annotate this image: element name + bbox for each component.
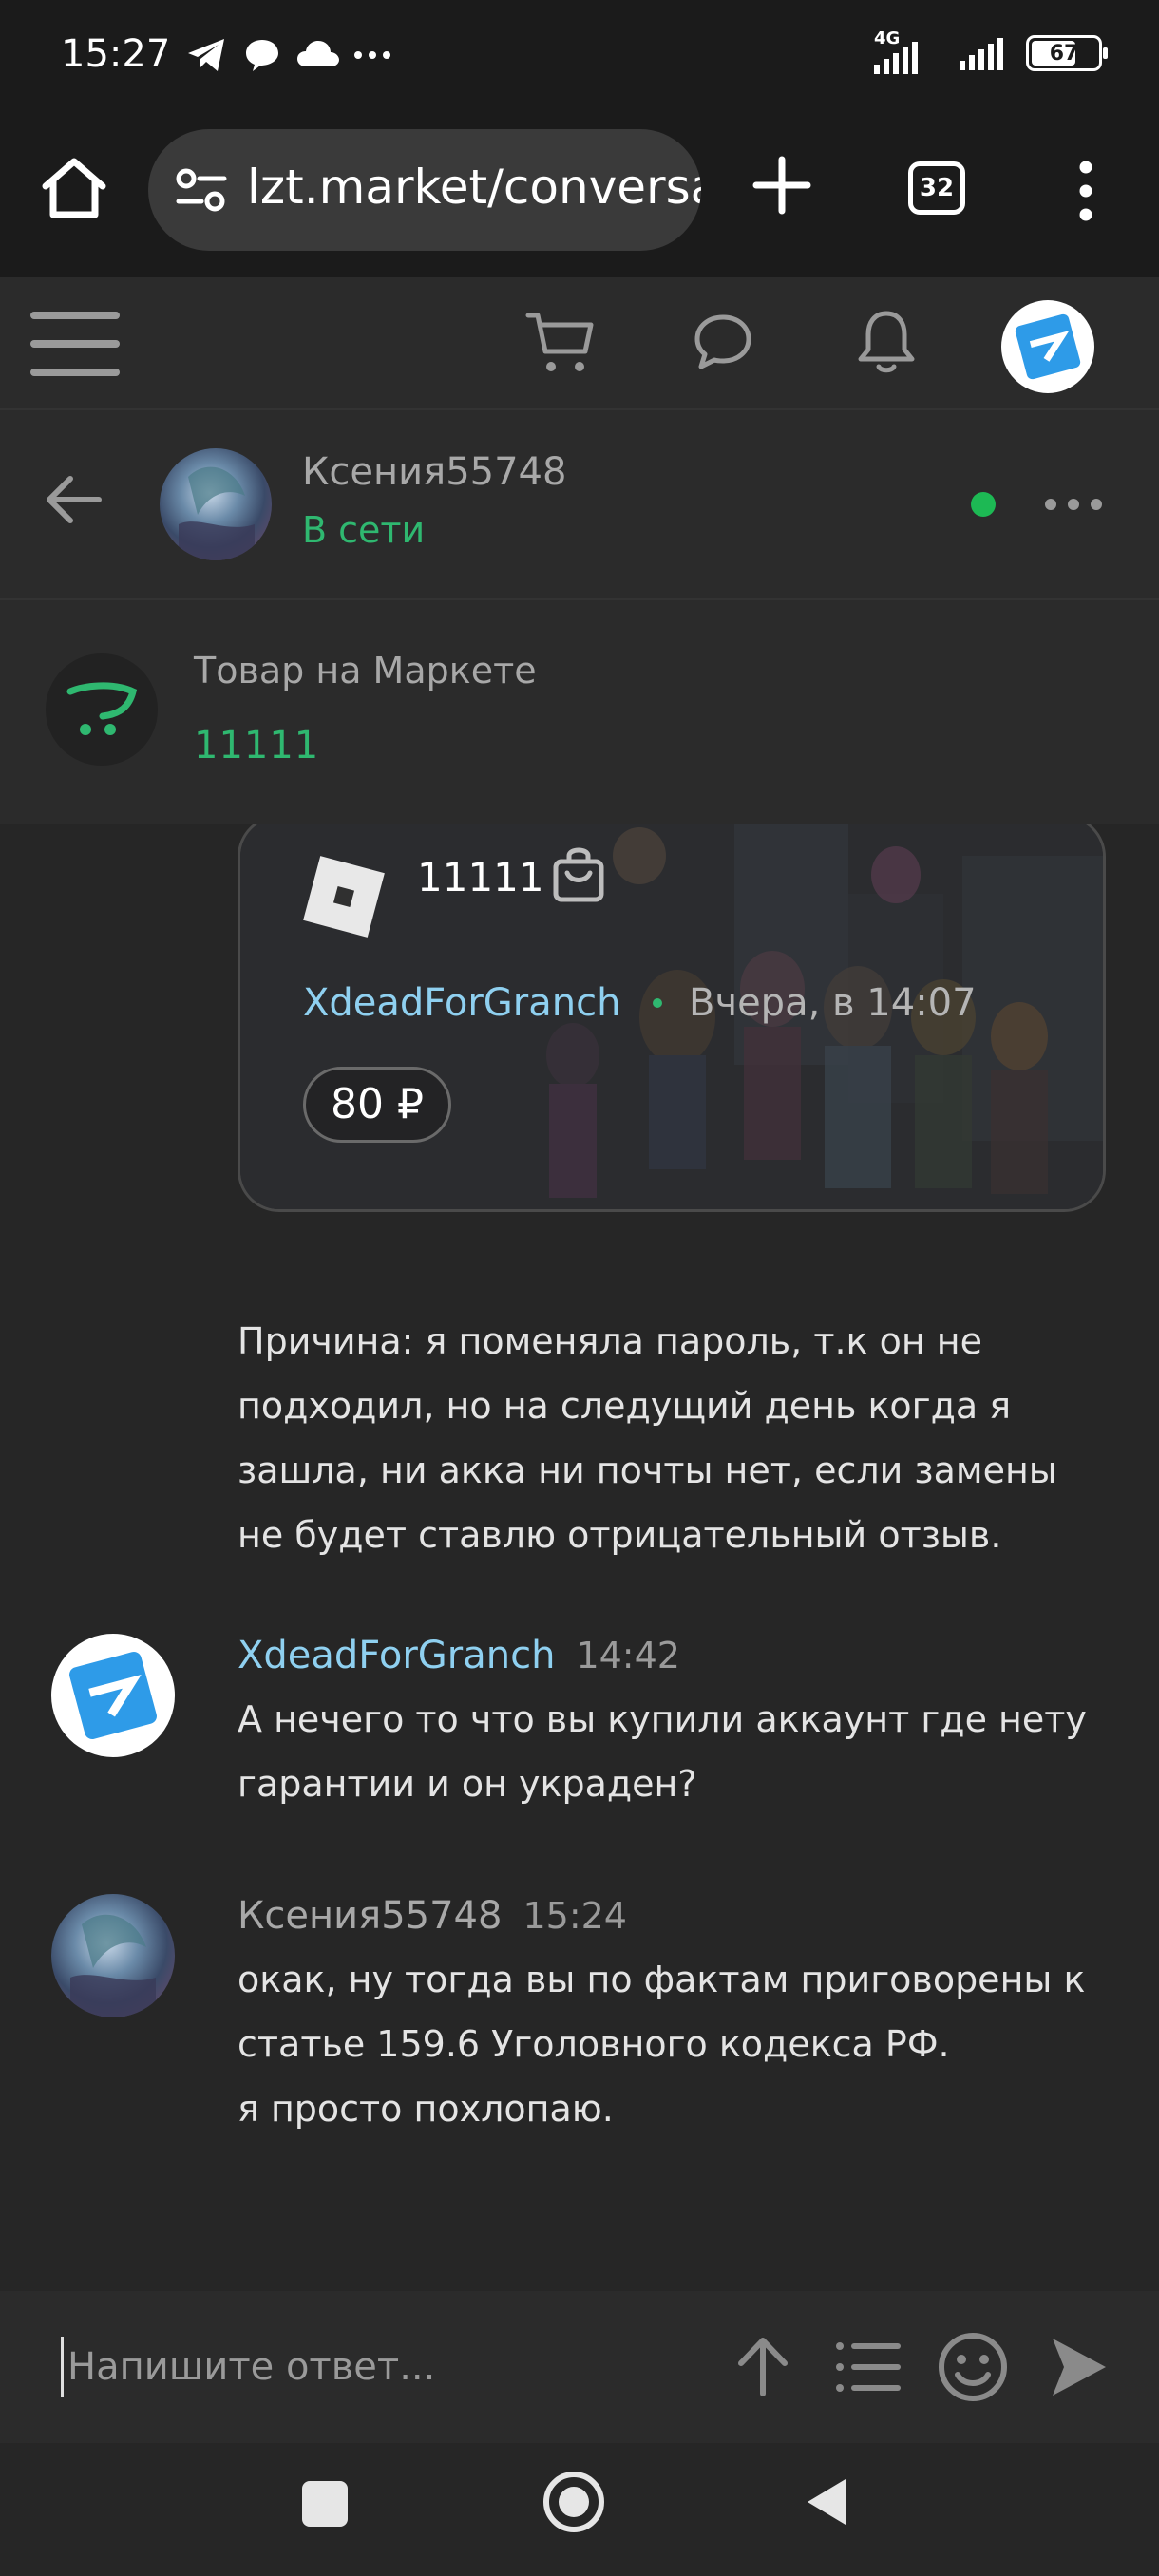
more-dots-icon: [354, 51, 390, 59]
emoji-smile-icon[interactable]: [937, 2331, 1009, 2403]
market-cart-icon: [46, 653, 158, 766]
browser-menu-icon[interactable]: [1072, 160, 1100, 222]
messages-icon[interactable]: [692, 312, 754, 372]
recent-apps-button[interactable]: [302, 2481, 348, 2527]
home-button[interactable]: [543, 2472, 604, 2532]
product-bar-value[interactable]: 11111: [194, 724, 319, 767]
message-time: 14:42: [576, 1635, 680, 1676]
message-list[interactable]: 11111 XdeadForGranch Вчера, в 14:07 80 ₽…: [0, 824, 1159, 2291]
system-nav-bar: [0, 2443, 1159, 2576]
partner-status: В сети: [302, 509, 426, 551]
seller-avatar-logo-icon: [69, 1652, 157, 1739]
site-header: [0, 277, 1159, 410]
product-card-date: Вчера, в 14:07: [689, 981, 977, 1025]
telegram-icon: [188, 39, 224, 71]
battery-icon: 67: [1026, 35, 1108, 71]
product-card-seller[interactable]: XdeadForGranch: [303, 981, 620, 1025]
hamburger-menu-icon[interactable]: [30, 306, 120, 382]
tab-switcher-button[interactable]: 32: [908, 161, 965, 215]
message-text: окак, ну тогда вы по фактам приговорены …: [238, 1959, 1086, 2130]
reason-message-text: Причина: я поменяла пароль, т.к он не по…: [238, 1320, 1057, 1556]
separator-dot: [653, 998, 662, 1008]
list-format-icon[interactable]: [834, 2331, 902, 2403]
message-item: XdeadForGranch 14:42 А нечего то что вы к…: [0, 1634, 1159, 1843]
send-icon[interactable]: [1049, 2331, 1110, 2403]
product-bar-label: Товар на Маркете: [194, 650, 537, 691]
shopping-bag-icon: [553, 847, 604, 902]
product-bar[interactable]: Товар на Маркете 11111: [0, 600, 1159, 824]
more-options-icon[interactable]: [1043, 494, 1104, 515]
cart-icon[interactable]: [524, 308, 597, 376]
notifications-bell-icon[interactable]: [855, 308, 918, 376]
conversation-header: Ксения55748 В сети: [0, 410, 1159, 600]
partner-name[interactable]: Ксения55748: [302, 450, 566, 494]
status-time: 15:27: [61, 32, 171, 76]
message-author[interactable]: Ксения55748: [238, 1894, 502, 1938]
product-card-title[interactable]: 11111: [417, 854, 544, 900]
url-text[interactable]: lzt.market/conversa: [247, 160, 701, 215]
home-icon[interactable]: [38, 152, 110, 224]
user-avatar[interactable]: [1001, 300, 1094, 393]
signal-icon: 4G: [874, 28, 946, 74]
upload-arrow-icon[interactable]: [732, 2331, 794, 2403]
address-bar[interactable]: lzt.market/conversa: [148, 129, 701, 251]
product-card-price: 80 ₽: [303, 1067, 451, 1143]
new-tab-icon[interactable]: [750, 154, 813, 217]
cloud-icon: [297, 41, 339, 66]
roblox-logo-icon: [303, 856, 385, 938]
message-avatar[interactable]: [51, 1894, 175, 2017]
signal-icon: [960, 38, 1003, 70]
message-time: 15:24: [522, 1895, 627, 1937]
reply-input[interactable]: Напишите ответ...: [61, 2337, 707, 2397]
partner-avatar[interactable]: [160, 448, 272, 560]
back-arrow-icon[interactable]: [42, 467, 106, 532]
chat-bubble-icon: [246, 40, 278, 71]
message-text: А нечего то что вы купили аккаунт где не…: [238, 1698, 1087, 1805]
product-card[interactable]: 11111 XdeadForGranch Вчера, в 14:07 80 ₽: [238, 824, 1106, 1212]
message-author[interactable]: XdeadForGranch: [238, 1634, 555, 1677]
status-bar: 15:27 4G 67: [0, 0, 1159, 114]
site-settings-icon[interactable]: [175, 167, 228, 213]
online-indicator: [971, 492, 996, 517]
user-avatar-logo-icon: [1015, 313, 1081, 380]
message-avatar[interactable]: [51, 1634, 175, 1757]
message-item: Ксения55748 15:24 окак, ну тогда вы по фа…: [0, 1894, 1159, 2179]
reply-composer: Напишите ответ...: [0, 2291, 1159, 2443]
browser-toolbar: lzt.market/conversa 32: [0, 114, 1159, 277]
back-triangle-icon[interactable]: [804, 2475, 849, 2529]
